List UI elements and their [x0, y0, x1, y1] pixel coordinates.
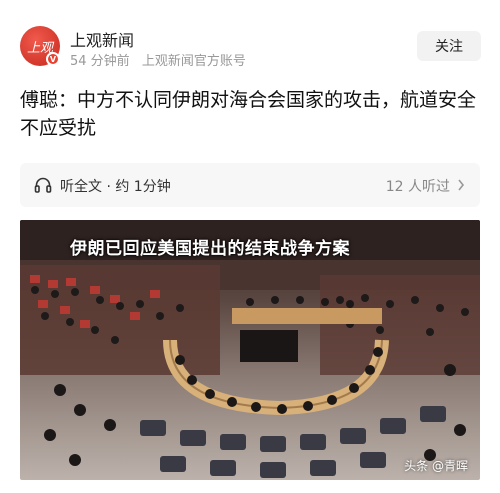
- article-headline: 傅聪：中方不认同伊朗对海合会国家的攻击，航道安全不应受扰: [20, 89, 477, 139]
- listen-full-text-bar[interactable]: 听全文 · 约 1分钟 12 人听过: [20, 163, 480, 207]
- account-description: 上观新闻官方账号: [141, 54, 246, 69]
- verified-badge-icon: V: [46, 52, 60, 66]
- listen-count: 12 人听过: [385, 179, 450, 195]
- account-meta: 54 分钟前 上观新闻官方账号: [70, 50, 254, 69]
- article-header: 上观 V 上观新闻 54 分钟前 上观新闻官方账号 关注: [0, 0, 500, 80]
- un-security-council-scene: [20, 220, 480, 478]
- photo-watermark: 头条 @青晖: [404, 459, 468, 473]
- listen-label: 听全文 · 约 1分钟: [60, 179, 171, 195]
- chevron-right-icon: [458, 179, 465, 191]
- follow-button[interactable]: 关注: [417, 31, 481, 61]
- article-photo[interactable]: 伊朗已回应美国提出的结束战争方案 头条 @青晖: [20, 220, 480, 480]
- account-name[interactable]: 上观新闻: [70, 27, 134, 51]
- photo-caption: 伊朗已回应美国提出的结束战争方案: [70, 239, 350, 259]
- headphones-icon: [34, 177, 52, 193]
- post-time: 54 分钟前: [70, 54, 130, 69]
